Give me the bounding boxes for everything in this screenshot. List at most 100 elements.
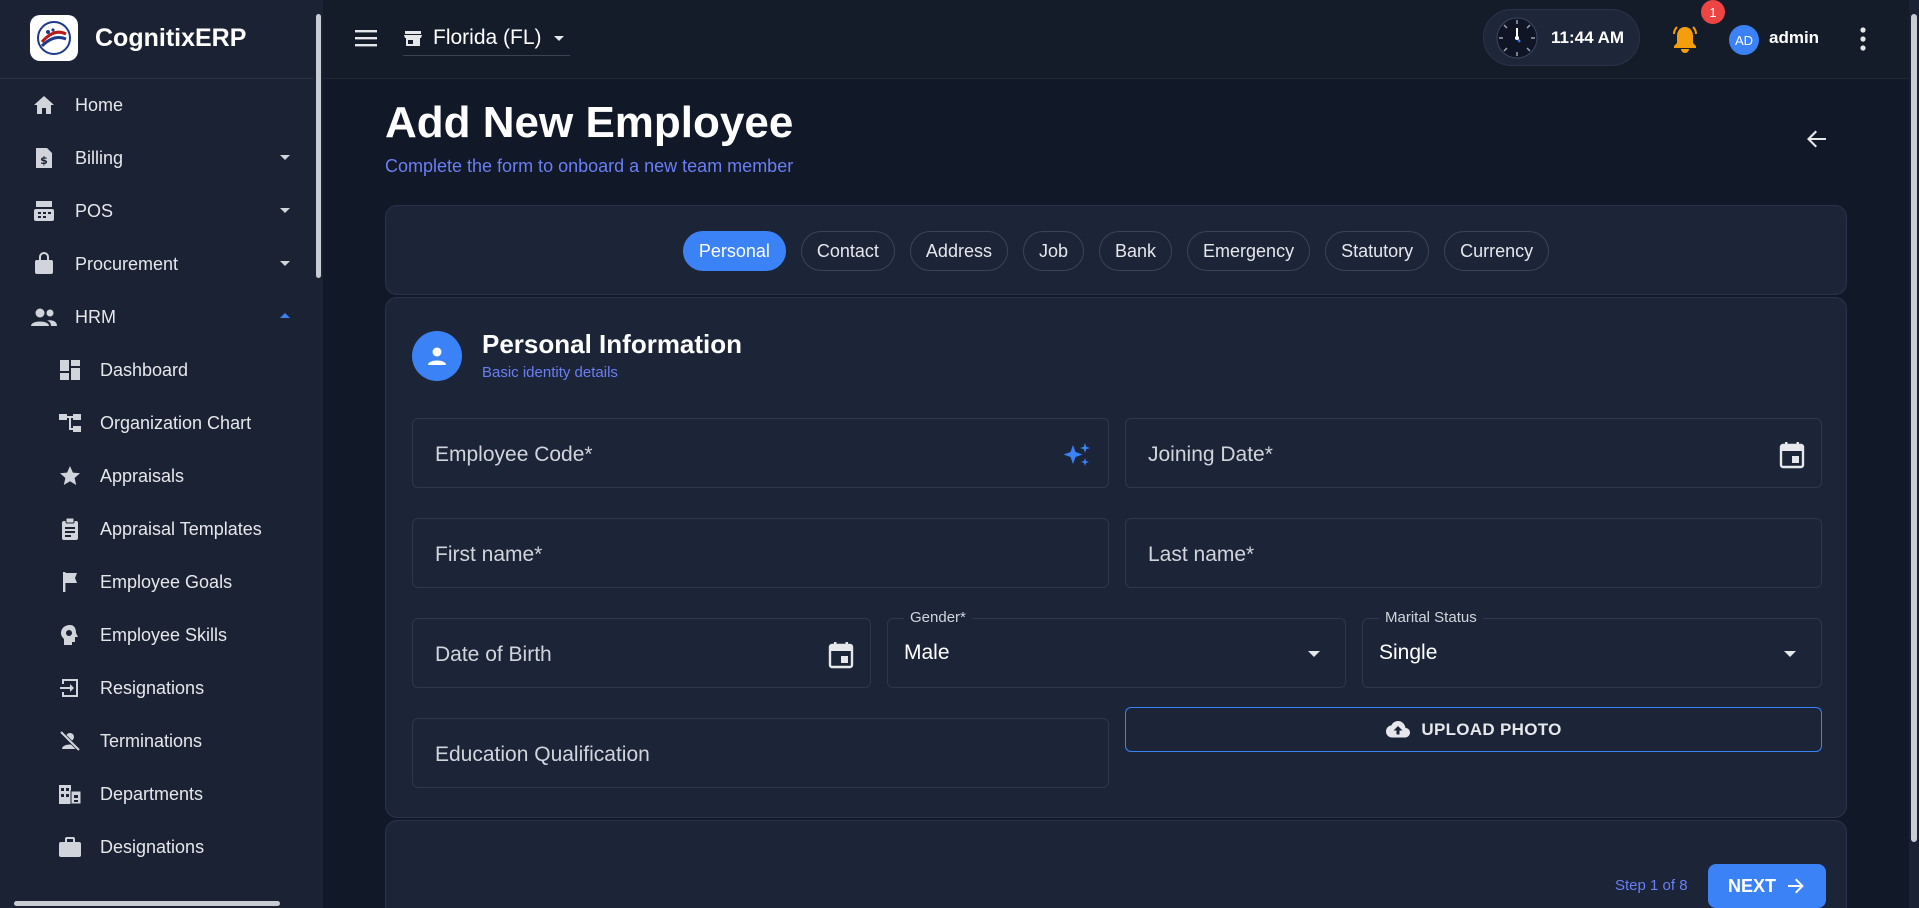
sidebar-item-appraisal-templates[interactable]: Appraisal Templates xyxy=(0,505,314,553)
sidebar-item-label: Billing xyxy=(75,147,124,168)
billing-icon: $ xyxy=(30,146,58,170)
employee-code-field[interactable]: Employee Code* xyxy=(412,418,1109,488)
tab-job[interactable]: Job xyxy=(1022,231,1084,271)
sidebar-item-departments[interactable]: Departments xyxy=(0,770,314,818)
tab-emergency[interactable]: Emergency xyxy=(1187,231,1311,271)
page-title: Add New Employee xyxy=(385,98,794,147)
bell-icon[interactable] xyxy=(1671,24,1699,54)
sidebar-item-label: Dashboard xyxy=(100,359,189,380)
chevron-down-icon xyxy=(552,31,566,45)
personal-info-card: Personal Information Basic identity deta… xyxy=(385,297,1847,818)
clipboard-icon xyxy=(56,517,84,541)
calendar-icon[interactable] xyxy=(828,641,854,669)
scrollbar-thumb[interactable] xyxy=(316,14,321,278)
chevron-down-icon xyxy=(278,256,292,270)
education-field[interactable]: Education Qualification xyxy=(412,718,1109,788)
notification-badge: 1 xyxy=(1701,0,1725,24)
tab-personal[interactable]: Personal xyxy=(682,231,786,271)
user-name[interactable]: admin xyxy=(1769,28,1819,48)
clock-time: 11:44 AM xyxy=(1551,27,1625,47)
sidebar-item-billing[interactable]: $ Billing xyxy=(0,134,314,182)
briefcase-icon xyxy=(56,835,84,859)
first-name-placeholder: First name* xyxy=(435,543,543,566)
next-button[interactable]: NEXT xyxy=(1708,864,1826,908)
sidebar-item-label: Procurement xyxy=(75,253,179,274)
clock-icon xyxy=(1495,16,1539,60)
avatar[interactable]: AD xyxy=(1729,25,1759,55)
cloud-upload-icon xyxy=(1385,720,1411,740)
date-of-birth-field[interactable]: Date of Birth xyxy=(412,618,871,688)
step-indicator: Step 1 of 8 xyxy=(1615,877,1688,894)
step-tabs: Personal Contact Address Job Bank Emerge… xyxy=(386,231,1846,271)
sidebar-item-label: POS xyxy=(75,200,114,221)
employee-code-placeholder: Employee Code* xyxy=(435,443,593,466)
marital-status-value: Single xyxy=(1379,641,1438,664)
sidebar-item-label: Departments xyxy=(100,783,204,804)
sidebar-item-terminations[interactable]: Terminations xyxy=(0,717,314,765)
chevron-down-icon xyxy=(1783,647,1797,661)
skills-icon xyxy=(56,623,84,647)
building-icon xyxy=(56,782,84,806)
pos-icon xyxy=(30,199,58,223)
sidebar-vertical-scrollbar[interactable] xyxy=(314,0,323,908)
more-vert-icon[interactable] xyxy=(1859,26,1867,52)
page-subtitle: Complete the form to onboard a new team … xyxy=(385,156,794,176)
tab-currency[interactable]: Currency xyxy=(1444,231,1550,271)
sidebar-item-dashboard[interactable]: Dashboard xyxy=(0,346,314,394)
brand[interactable]: CognitixERP xyxy=(30,15,246,61)
brand-name: CognitixERP xyxy=(95,23,247,52)
tab-statutory[interactable]: Statutory xyxy=(1325,231,1430,271)
svg-text:$: $ xyxy=(40,154,48,167)
tab-bank[interactable]: Bank xyxy=(1099,231,1173,271)
scrollbar-thumb[interactable] xyxy=(1911,14,1917,842)
flag-icon xyxy=(56,570,84,594)
store-icon xyxy=(403,28,423,48)
page-vertical-scrollbar[interactable] xyxy=(1909,0,1919,908)
clock-widget: 11:44 AM xyxy=(1483,9,1640,66)
people-icon xyxy=(30,305,58,329)
chevron-up-icon xyxy=(278,309,292,323)
joining-date-placeholder: Joining Date* xyxy=(1148,443,1273,466)
person-off-icon xyxy=(56,729,84,753)
exit-icon xyxy=(56,676,84,700)
sidebar-item-label: Organization Chart xyxy=(100,412,252,433)
menu-icon[interactable] xyxy=(353,27,379,49)
section-title: Personal Information xyxy=(482,329,743,359)
sidebar-item-organization-chart[interactable]: Organization Chart xyxy=(0,399,314,447)
sidebar-item-home[interactable]: Home xyxy=(0,81,314,129)
sidebar-item-resignations[interactable]: Resignations xyxy=(0,664,314,712)
tab-contact[interactable]: Contact xyxy=(800,231,895,271)
sidebar-divider xyxy=(0,78,314,79)
store-selector[interactable]: Florida (FL) xyxy=(403,20,570,56)
sidebar-item-label: Designations xyxy=(100,836,205,857)
store-name: Florida (FL) xyxy=(433,25,542,49)
sidebar-item-employee-goals[interactable]: Employee Goals xyxy=(0,558,314,606)
sidebar-item-designations[interactable]: Designations xyxy=(0,823,314,871)
arrow-forward-icon xyxy=(1786,876,1806,896)
marital-status-select[interactable]: Marital Status Single xyxy=(1362,609,1822,688)
sidebar-item-hrm[interactable]: HRM xyxy=(0,293,314,341)
sidebar-item-pos[interactable]: POS xyxy=(0,187,314,235)
sidebar-item-label: Home xyxy=(75,94,124,115)
sidebar-item-label: Appraisal Templates xyxy=(100,518,262,539)
sidebar-horizontal-scrollbar[interactable] xyxy=(0,898,314,908)
sidebar-item-procurement[interactable]: Procurement xyxy=(0,240,314,288)
section-subtitle: Basic identity details xyxy=(482,364,618,381)
tab-address[interactable]: Address xyxy=(909,231,1008,271)
joining-date-field[interactable]: Joining Date* xyxy=(1125,418,1822,488)
chevron-down-icon xyxy=(1307,647,1321,661)
gender-select[interactable]: Gender* Male xyxy=(887,609,1346,688)
sidebar-item-appraisals[interactable]: Appraisals xyxy=(0,452,314,500)
sparkle-icon[interactable] xyxy=(1062,441,1092,469)
dashboard-icon xyxy=(56,358,84,382)
last-name-field[interactable]: Last name* xyxy=(1125,518,1822,588)
sidebar-item-employee-skills[interactable]: Employee Skills xyxy=(0,611,314,659)
arrow-back-icon[interactable] xyxy=(1804,126,1830,152)
upload-photo-button[interactable]: UPLOAD PHOTO xyxy=(1125,707,1822,752)
bag-icon xyxy=(30,252,58,276)
gender-value: Male xyxy=(904,641,950,664)
date-of-birth-placeholder: Date of Birth xyxy=(435,643,552,666)
scrollbar-thumb[interactable] xyxy=(14,901,280,906)
calendar-icon[interactable] xyxy=(1779,441,1805,469)
first-name-field[interactable]: First name* xyxy=(412,518,1109,588)
